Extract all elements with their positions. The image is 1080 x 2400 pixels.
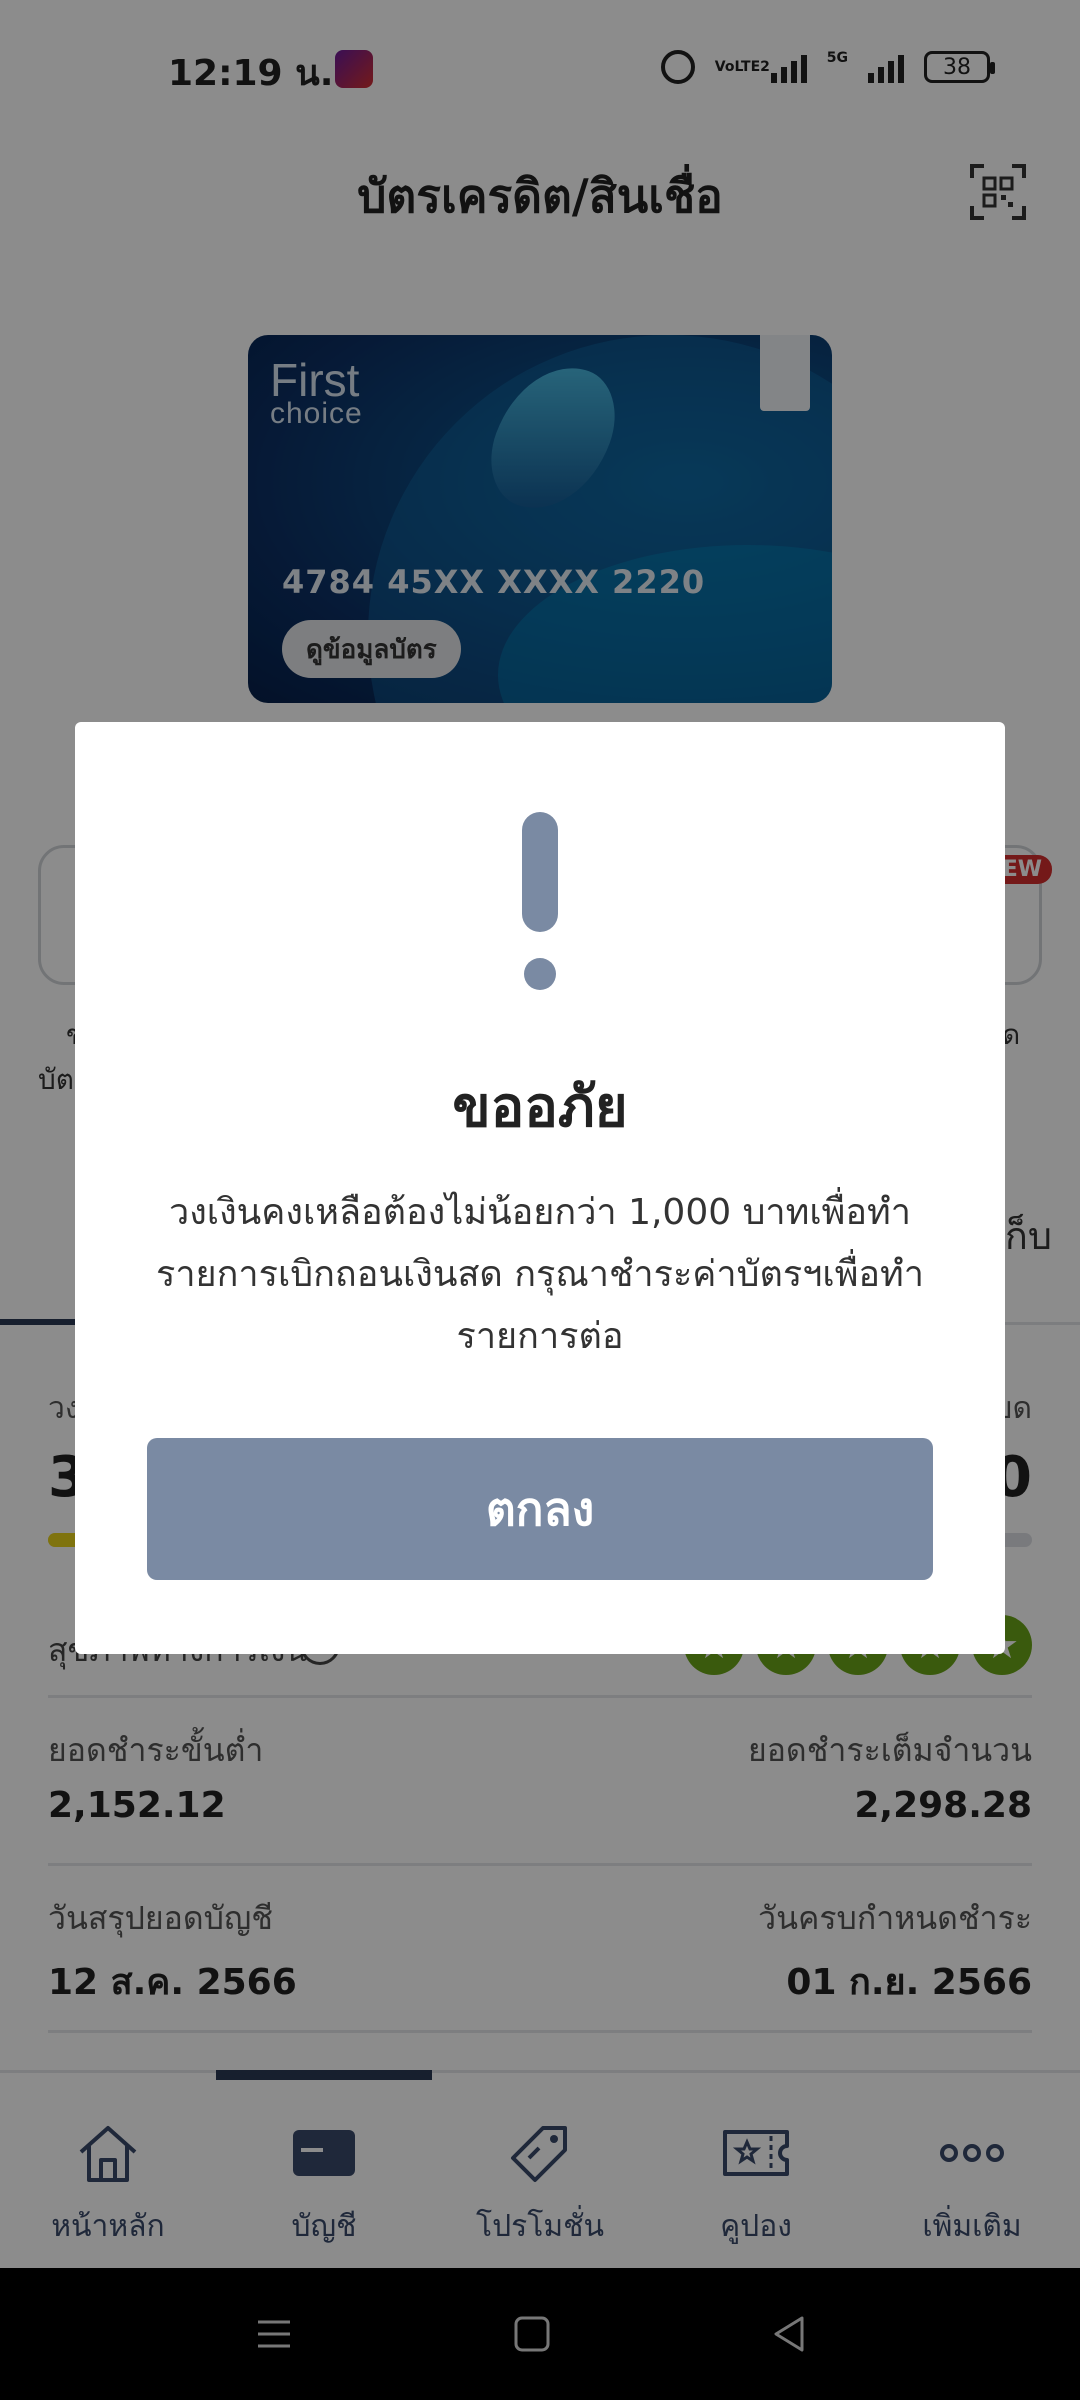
ok-button[interactable]: ตกลง <box>147 1438 933 1580</box>
exclamation-icon <box>522 812 558 992</box>
dialog-message: วงเงินคงเหลือต้องไม่น้อยกว่า 1,000 บาทเพ… <box>155 1192 924 1357</box>
home-button-icon[interactable] <box>508 2310 556 2358</box>
dialog-title: ขออภัย <box>452 1075 628 1140</box>
back-icon[interactable] <box>766 2310 814 2358</box>
menu-icon[interactable] <box>250 2310 298 2358</box>
system-navigation-bar <box>0 2268 1080 2400</box>
error-dialog: ขออภัย วงเงินคงเหลือต้องไม่น้อยกว่า 1,00… <box>75 722 1005 1654</box>
